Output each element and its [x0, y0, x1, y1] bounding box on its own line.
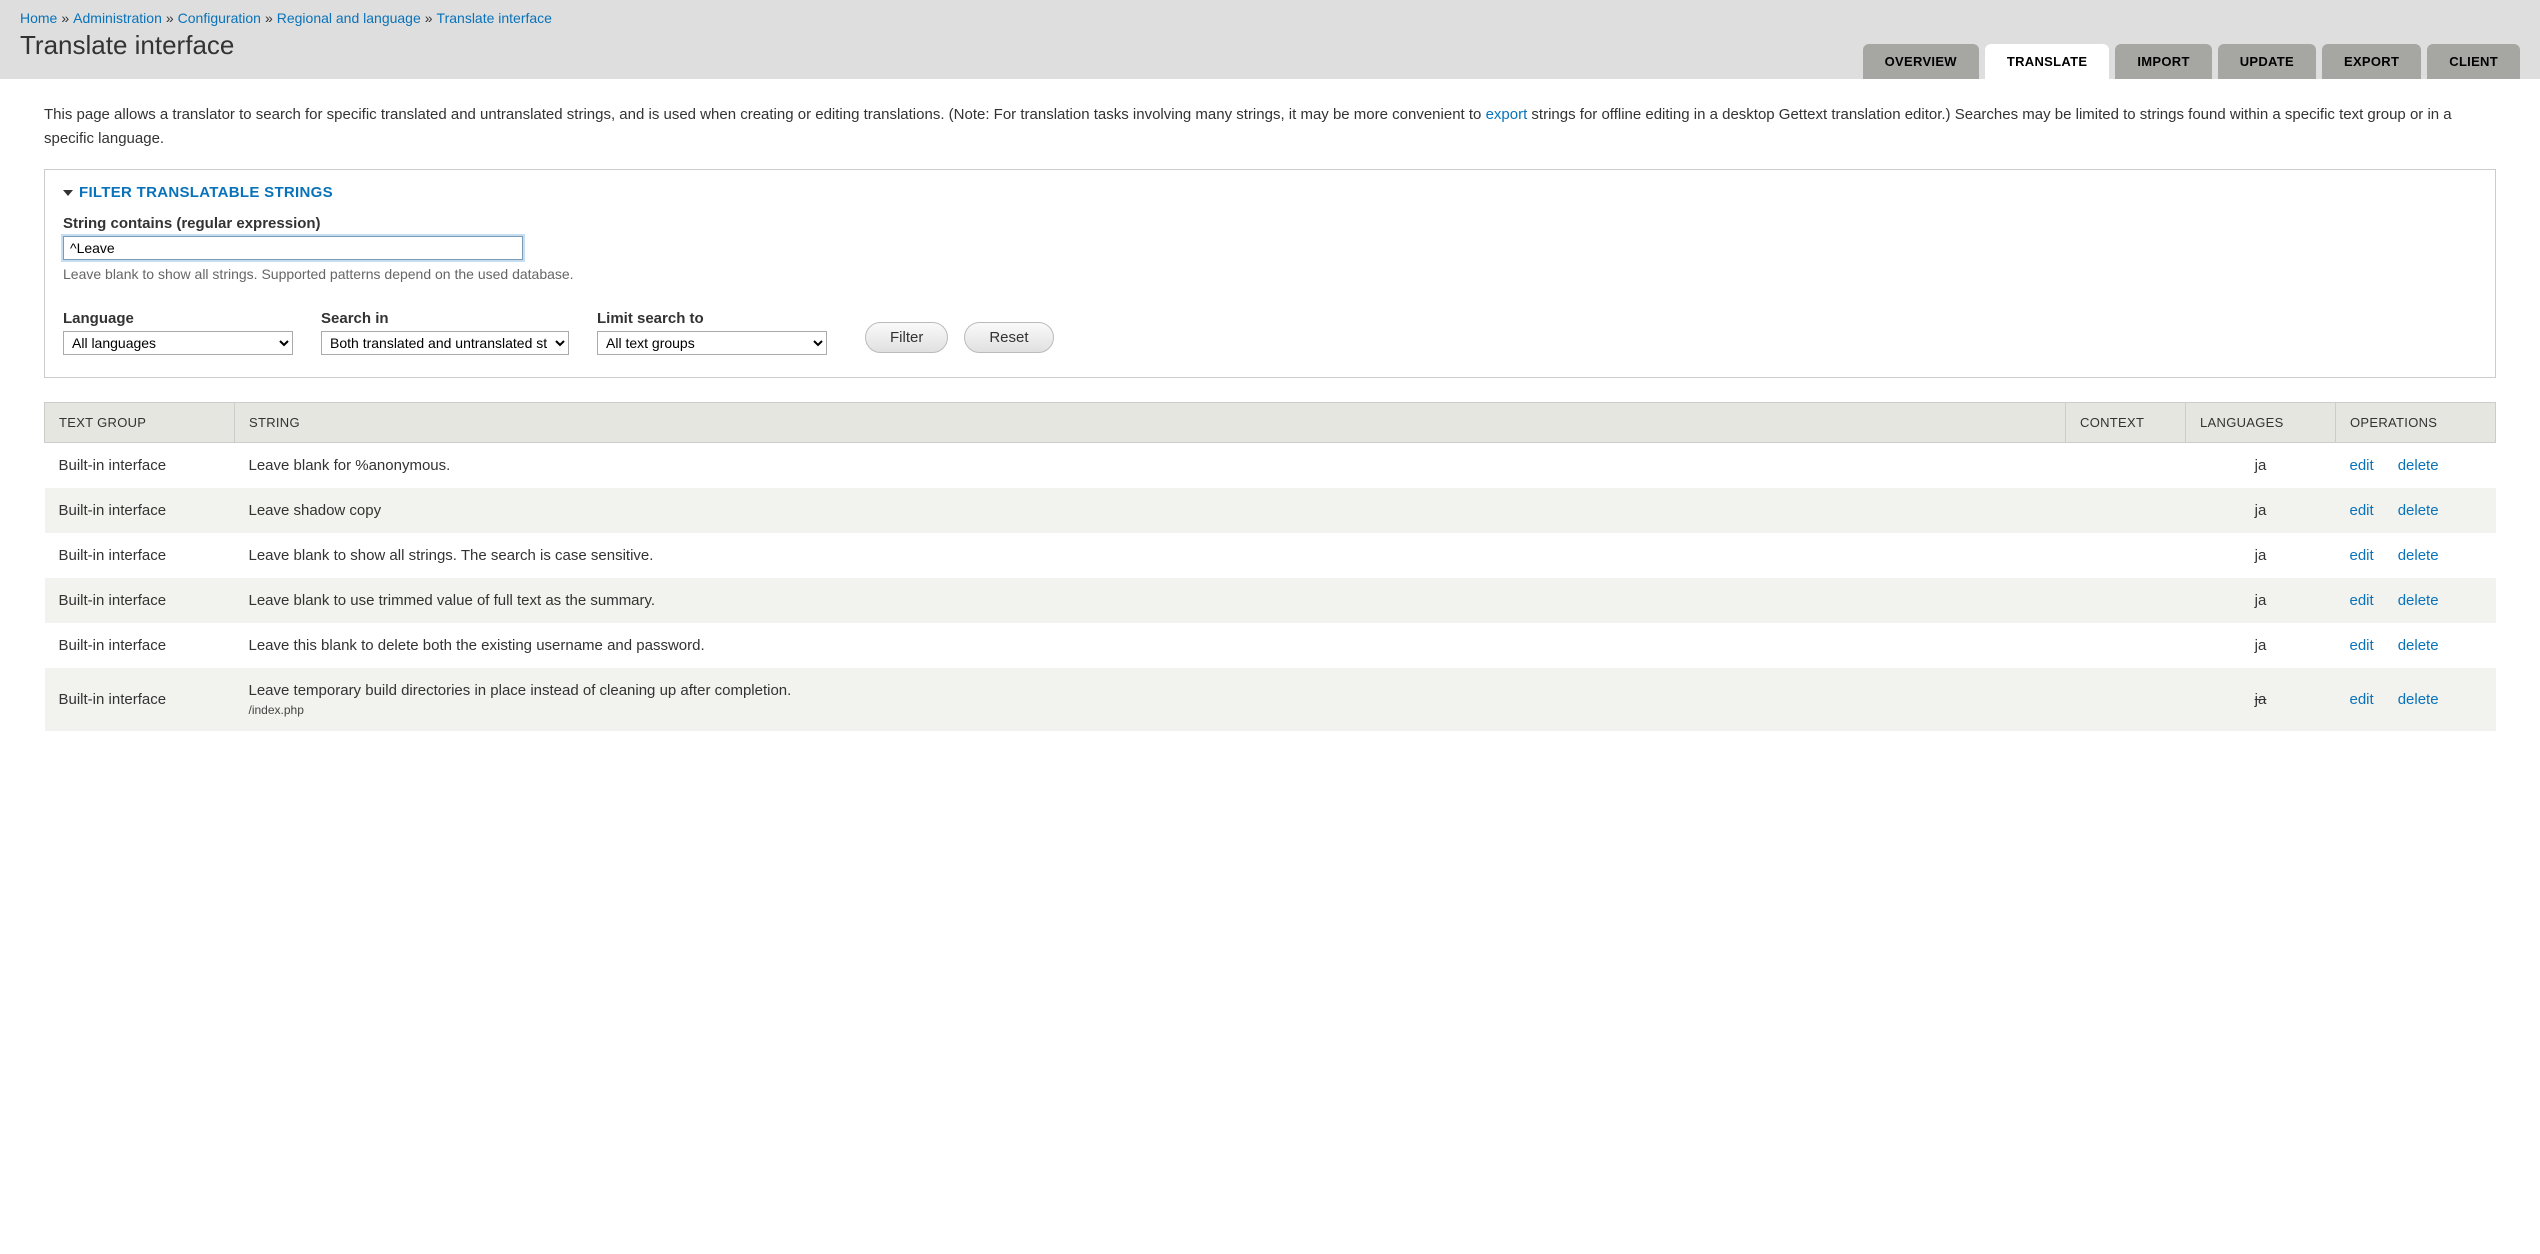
page-content: This page allows a translator to search … [0, 79, 2540, 755]
cell-string: Leave temporary build directories in pla… [235, 668, 2066, 731]
table-header-row: Text group String Context Languages Oper… [45, 403, 2496, 443]
language-label: Language [63, 310, 293, 327]
breadcrumb: Home»Administration»Configuration»Region… [20, 10, 2520, 30]
string-field-group: String contains (regular expression) Lea… [63, 215, 2477, 282]
tab-client[interactable]: Client [2427, 44, 2520, 79]
cell-languages: ja [2186, 668, 2336, 731]
string-contains-input[interactable] [63, 236, 523, 260]
cell-context [2066, 533, 2186, 578]
export-link[interactable]: export [1486, 106, 1528, 123]
cell-operations: edit delete [2336, 578, 2496, 623]
cell-languages: ja [2186, 443, 2336, 489]
searchin-col: Search in Both translated and untranslat… [321, 310, 569, 355]
cell-operations: edit delete [2336, 488, 2496, 533]
delete-link[interactable]: delete [2398, 637, 2439, 654]
searchin-select[interactable]: Both translated and untranslated st [321, 331, 569, 355]
cell-string: Leave blank to use trimmed value of full… [235, 578, 2066, 623]
tab-translate[interactable]: Translate [1985, 44, 2109, 79]
searchin-label: Search in [321, 310, 569, 327]
table-row: Built-in interfaceLeave blank for %anony… [45, 443, 2496, 489]
cell-text-group: Built-in interface [45, 668, 235, 731]
string-contains-label: String contains (regular expression) [63, 215, 2477, 232]
cell-context [2066, 668, 2186, 731]
cell-text-group: Built-in interface [45, 488, 235, 533]
edit-link[interactable]: edit [2350, 592, 2374, 609]
chevron-down-icon [63, 190, 73, 196]
cell-string: Leave this blank to delete both the exis… [235, 623, 2066, 668]
tabs: OverviewTranslateImportUpdateExportClien… [1863, 44, 2520, 79]
filter-button[interactable]: Filter [865, 322, 948, 353]
cell-operations: edit delete [2336, 533, 2496, 578]
tab-update[interactable]: Update [2218, 44, 2316, 79]
reset-button[interactable]: Reset [964, 322, 1053, 353]
intro-text: This page allows a translator to search … [44, 103, 2496, 151]
delete-link[interactable]: delete [2398, 547, 2439, 564]
language-col: Language All languages [63, 310, 293, 355]
table-row: Built-in interfaceLeave blank to use tri… [45, 578, 2496, 623]
cell-string-path: /index.php [249, 703, 2052, 717]
th-context: Context [2066, 403, 2186, 443]
breadcrumb-separator: » [265, 10, 273, 26]
breadcrumb-link[interactable]: Home [20, 10, 57, 26]
cell-text-group: Built-in interface [45, 443, 235, 489]
breadcrumb-link[interactable]: Configuration [178, 10, 261, 26]
table-row: Built-in interfaceLeave temporary build … [45, 668, 2496, 731]
cell-operations: edit delete [2336, 623, 2496, 668]
cell-operations: edit delete [2336, 443, 2496, 489]
table-row: Built-in interfaceLeave this blank to de… [45, 623, 2496, 668]
cell-context [2066, 578, 2186, 623]
cell-string: Leave blank to show all strings. The sea… [235, 533, 2066, 578]
breadcrumb-separator: » [166, 10, 174, 26]
filter-row: Language All languages Search in Both tr… [63, 310, 2477, 355]
limit-select[interactable]: All text groups [597, 331, 827, 355]
breadcrumb-separator: » [425, 10, 433, 26]
breadcrumb-link[interactable]: Administration [73, 10, 162, 26]
results-table: Text group String Context Languages Oper… [44, 402, 2496, 731]
tab-export[interactable]: Export [2322, 44, 2421, 79]
header-bar: Home»Administration»Configuration»Region… [0, 0, 2540, 79]
cell-languages: ja [2186, 623, 2336, 668]
intro-pre: This page allows a translator to search … [44, 106, 1486, 123]
cell-text-group: Built-in interface [45, 578, 235, 623]
cell-string: Leave blank for %anonymous. [235, 443, 2066, 489]
cell-context [2066, 488, 2186, 533]
breadcrumb-link[interactable]: Regional and language [277, 10, 421, 26]
edit-link[interactable]: edit [2350, 502, 2374, 519]
delete-link[interactable]: delete [2398, 592, 2439, 609]
tab-overview[interactable]: Overview [1863, 44, 1979, 79]
filter-buttons: Filter Reset [865, 322, 1054, 355]
breadcrumb-separator: » [61, 10, 69, 26]
th-string: String [235, 403, 2066, 443]
th-operations: Operations [2336, 403, 2496, 443]
cell-text-group: Built-in interface [45, 533, 235, 578]
cell-languages: ja [2186, 578, 2336, 623]
cell-operations: edit delete [2336, 668, 2496, 731]
cell-languages: ja [2186, 533, 2336, 578]
edit-link[interactable]: edit [2350, 457, 2374, 474]
string-contains-help: Leave blank to show all strings. Support… [63, 266, 2477, 282]
breadcrumb-link[interactable]: Translate interface [437, 10, 552, 26]
filter-fieldset: Filter translatable strings String conta… [44, 169, 2496, 378]
delete-link[interactable]: delete [2398, 502, 2439, 519]
fieldset-legend-text: Filter translatable strings [79, 184, 333, 201]
edit-link[interactable]: edit [2350, 691, 2374, 708]
cell-languages: ja [2186, 488, 2336, 533]
cell-context [2066, 443, 2186, 489]
th-text-group: Text group [45, 403, 235, 443]
language-select[interactable]: All languages [63, 331, 293, 355]
tab-import[interactable]: Import [2115, 44, 2211, 79]
cell-context [2066, 623, 2186, 668]
edit-link[interactable]: edit [2350, 547, 2374, 564]
limit-col: Limit search to All text groups [597, 310, 827, 355]
cell-text-group: Built-in interface [45, 623, 235, 668]
fieldset-toggle[interactable]: Filter translatable strings [63, 184, 2477, 201]
delete-link[interactable]: delete [2398, 691, 2439, 708]
table-row: Built-in interfaceLeave shadow copy jaedi… [45, 488, 2496, 533]
th-languages: Languages [2186, 403, 2336, 443]
cell-string: Leave shadow copy [235, 488, 2066, 533]
edit-link[interactable]: edit [2350, 637, 2374, 654]
delete-link[interactable]: delete [2398, 457, 2439, 474]
limit-label: Limit search to [597, 310, 827, 327]
table-row: Built-in interfaceLeave blank to show al… [45, 533, 2496, 578]
